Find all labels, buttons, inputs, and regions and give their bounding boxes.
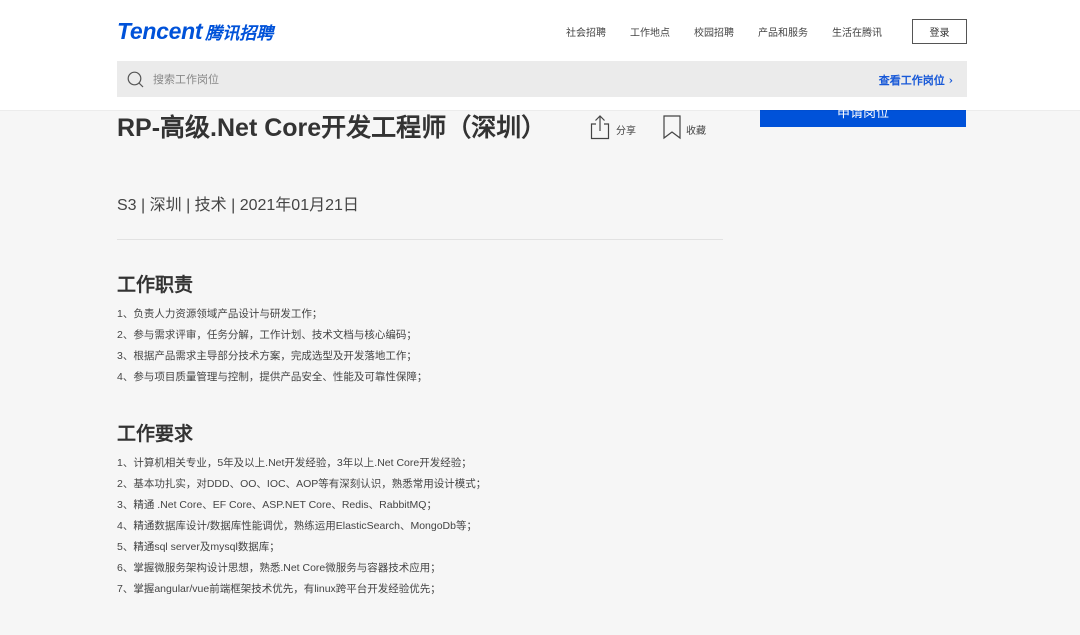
logo-text-cn: 腾讯招聘 [205, 24, 274, 44]
share-icon [590, 115, 610, 140]
requirements-list: 1、计算机相关专业，5年及以上.Net开发经验，3年以上.Net Core开发经… [117, 453, 486, 600]
list-item: 6、掌握微服务架构设计思想，熟悉.Net Core微服务与容器技术应用； [117, 562, 441, 574]
nav-item-products-services[interactable]: 产品和服务 [758, 24, 808, 39]
list-item: 3、根据产品需求主导部分技术方案，完成选型及开发落地工作； [117, 350, 417, 362]
requirements-heading: 工作要求 [117, 423, 194, 445]
nav-item-campus-recruitment[interactable]: 校园招聘 [694, 24, 734, 39]
duties-heading: 工作职责 [117, 274, 194, 296]
favorite-label: 收藏 [686, 125, 706, 137]
tencent-careers-logo[interactable]: Tencent 腾讯招聘 [117, 18, 273, 46]
search-icon[interactable] [127, 71, 144, 88]
list-item: 4、精通数据库设计/数据库性能调优，熟练运用ElasticSearch、Mong… [117, 520, 477, 532]
job-title: RP-高级.Net Core开发工程师（深圳） [117, 114, 547, 142]
list-item: 3、精通 .Net Core、EF Core、ASP.NET Core、Redi… [117, 499, 437, 511]
list-item: 2、基本功扎实，对DDD、OO、IOC、AOP等有深刻认识，熟悉常用设计模式； [117, 478, 487, 490]
nav-item-life-at-tencent[interactable]: 生活在腾讯 [832, 24, 882, 39]
bookmark-icon [663, 115, 681, 140]
view-jobs-link[interactable]: 查看工作岗位 › [879, 72, 953, 88]
list-item: 5、精通sql server及mysql数据库； [117, 541, 280, 553]
list-item: 1、负责人力资源领域产品设计与研发工作； [117, 308, 323, 320]
nav-item-work-locations[interactable]: 工作地点 [630, 24, 670, 39]
site-header: Tencent 腾讯招聘 社会招聘 工作地点 校园招聘 产品和服务 生活在腾讯 … [0, 0, 1080, 110]
list-item: 1、计算机相关专业，5年及以上.Net开发经验，3年以上.Net Core开发经… [117, 457, 472, 469]
favorite-button[interactable]: 收藏 [662, 114, 706, 140]
logo-text-en: Tencent [117, 18, 203, 44]
share-button[interactable]: 分享 [590, 114, 636, 140]
nav-item-social-recruitment[interactable]: 社会招聘 [566, 24, 606, 39]
list-item: 2、参与需求评审，任务分解，工作计划、技术文档与核心编码； [117, 329, 417, 341]
list-item: 4、参与项目质量管理与控制，提供产品安全、性能及可靠性保障； [117, 371, 428, 383]
job-search-input[interactable] [153, 69, 653, 89]
list-item: 7、掌握angular/vue前端框架技术优先，有linux跨平台开发经验优先； [117, 583, 441, 595]
job-meta: S3 | 深圳 | 技术 | 2021年01月21日 [117, 197, 359, 214]
share-label: 分享 [616, 125, 636, 137]
divider [117, 239, 723, 240]
main-nav: 社会招聘 工作地点 校园招聘 产品和服务 生活在腾讯 [566, 24, 882, 39]
search-bar: 查看工作岗位 › [117, 61, 967, 97]
duties-list: 1、负责人力资源领域产品设计与研发工作； 2、参与需求评审，任务分解，工作计划、… [117, 304, 427, 388]
login-button[interactable]: 登录 [912, 19, 967, 44]
